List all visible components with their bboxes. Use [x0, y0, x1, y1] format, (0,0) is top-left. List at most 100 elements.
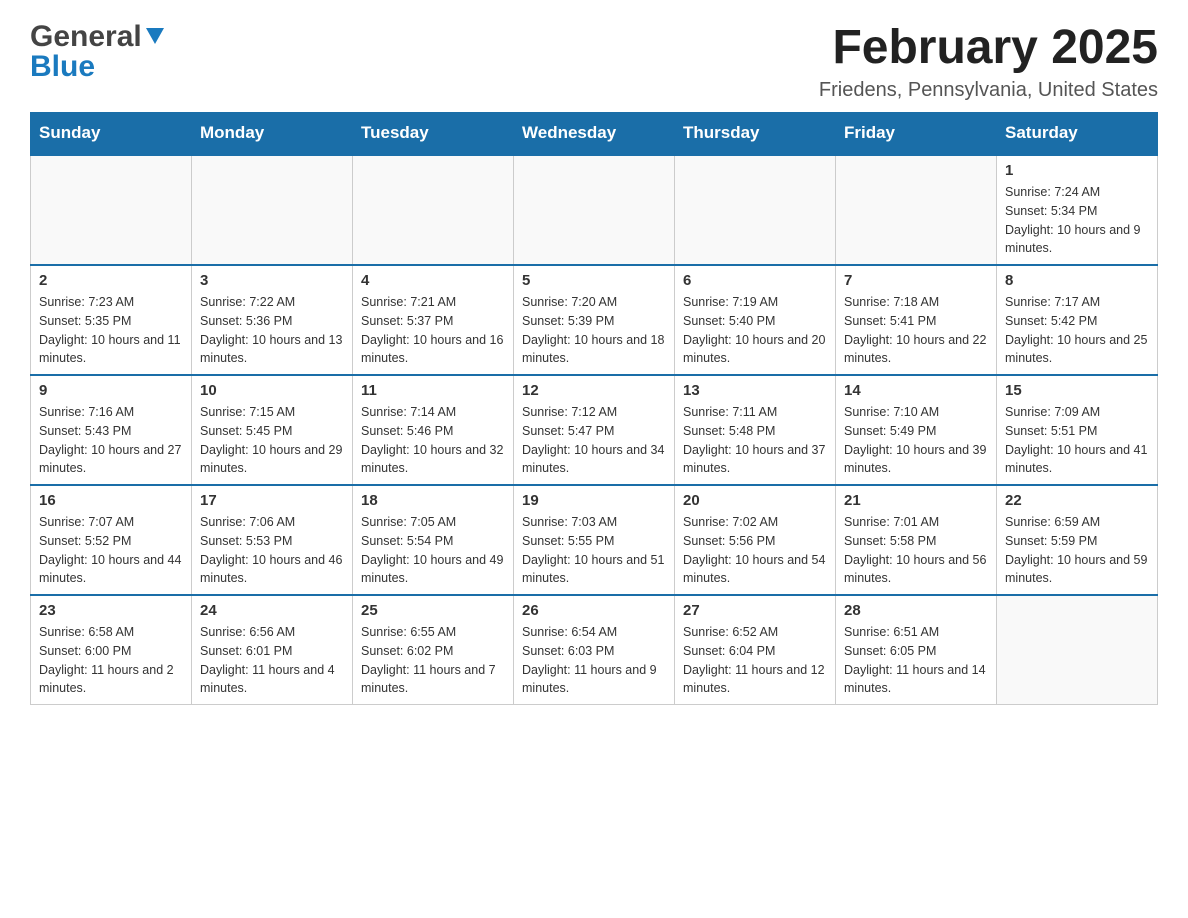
day-number: 27 [683, 602, 827, 619]
calendar-cell: 5 Sunrise: 7:20 AM Sunset: 5:39 PM Daylig… [514, 265, 675, 375]
calendar-week-row: 16 Sunrise: 7:07 AM Sunset: 5:52 PM Dayli… [31, 485, 1158, 595]
day-number: 22 [1005, 492, 1149, 509]
col-tuesday: Tuesday [353, 113, 514, 155]
day-info: Sunrise: 7:07 AM Sunset: 5:52 PM Dayligh… [39, 513, 183, 588]
day-number: 9 [39, 382, 183, 399]
day-number: 11 [361, 382, 505, 399]
day-info: Sunrise: 6:55 AM Sunset: 6:02 PM Dayligh… [361, 623, 505, 698]
calendar-cell: 9 Sunrise: 7:16 AM Sunset: 5:43 PM Daylig… [31, 375, 192, 485]
col-wednesday: Wednesday [514, 113, 675, 155]
day-info: Sunrise: 7:23 AM Sunset: 5:35 PM Dayligh… [39, 293, 183, 368]
day-info: Sunrise: 7:11 AM Sunset: 5:48 PM Dayligh… [683, 403, 827, 478]
day-number: 3 [200, 272, 344, 289]
day-number: 16 [39, 492, 183, 509]
day-info: Sunrise: 6:52 AM Sunset: 6:04 PM Dayligh… [683, 623, 827, 698]
day-number: 12 [522, 382, 666, 399]
day-number: 13 [683, 382, 827, 399]
logo-general-text: General [30, 20, 142, 54]
day-info: Sunrise: 7:10 AM Sunset: 5:49 PM Dayligh… [844, 403, 988, 478]
calendar-cell: 21 Sunrise: 7:01 AM Sunset: 5:58 PM Dayli… [836, 485, 997, 595]
logo: General Blue [30, 20, 166, 84]
title-section: February 2025 Friedens, Pennsylvania, Un… [819, 20, 1158, 102]
day-number: 28 [844, 602, 988, 619]
day-info: Sunrise: 7:03 AM Sunset: 5:55 PM Dayligh… [522, 513, 666, 588]
calendar-cell: 10Sunrise: 7:15 AM Sunset: 5:45 PM Dayli… [192, 375, 353, 485]
calendar-cell: 20 Sunrise: 7:02 AM Sunset: 5:56 PM Dayli… [675, 485, 836, 595]
logo-arrow-icon [144, 24, 166, 46]
calendar-week-row: 23 Sunrise: 6:58 AM Sunset: 6:00 PM Dayli… [31, 595, 1158, 705]
calendar-cell: 18 Sunrise: 7:05 AM Sunset: 5:54 PM Dayli… [353, 485, 514, 595]
calendar-header-row: Sunday Monday Tuesday Wednesday Thursday… [31, 113, 1158, 155]
calendar-cell [997, 595, 1158, 705]
day-number: 5 [522, 272, 666, 289]
calendar-cell: 24 Sunrise: 6:56 AM Sunset: 6:01 PM Dayli… [192, 595, 353, 705]
calendar-cell: 3 Sunrise: 7:22 AM Sunset: 5:36 PM Daylig… [192, 265, 353, 375]
day-number: 2 [39, 272, 183, 289]
month-title: February 2025 [819, 20, 1158, 75]
calendar-cell [353, 155, 514, 266]
day-info: Sunrise: 7:12 AM Sunset: 5:47 PM Dayligh… [522, 403, 666, 478]
day-info: Sunrise: 7:19 AM Sunset: 5:40 PM Dayligh… [683, 293, 827, 368]
day-number: 6 [683, 272, 827, 289]
day-number: 24 [200, 602, 344, 619]
calendar-cell: 22 Sunrise: 6:59 AM Sunset: 5:59 PM Dayli… [997, 485, 1158, 595]
day-info: Sunrise: 7:02 AM Sunset: 5:56 PM Dayligh… [683, 513, 827, 588]
day-number: 25 [361, 602, 505, 619]
calendar-cell [675, 155, 836, 266]
logo-blue-text: Blue [30, 50, 95, 84]
day-info: Sunrise: 6:59 AM Sunset: 5:59 PM Dayligh… [1005, 513, 1149, 588]
calendar-week-row: 2 Sunrise: 7:23 AM Sunset: 5:35 PM Daylig… [31, 265, 1158, 375]
calendar-cell: 11 Sunrise: 7:14 AM Sunset: 5:46 PM Dayli… [353, 375, 514, 485]
day-number: 18 [361, 492, 505, 509]
day-number: 19 [522, 492, 666, 509]
day-info: Sunrise: 7:16 AM Sunset: 5:43 PM Dayligh… [39, 403, 183, 478]
day-info: Sunrise: 7:17 AM Sunset: 5:42 PM Dayligh… [1005, 293, 1149, 368]
day-number: 14 [844, 382, 988, 399]
day-info: Sunrise: 7:06 AM Sunset: 5:53 PM Dayligh… [200, 513, 344, 588]
day-info: Sunrise: 6:56 AM Sunset: 6:01 PM Dayligh… [200, 623, 344, 698]
calendar-cell: 27 Sunrise: 6:52 AM Sunset: 6:04 PM Dayli… [675, 595, 836, 705]
day-number: 20 [683, 492, 827, 509]
calendar-table: Sunday Monday Tuesday Wednesday Thursday… [30, 112, 1158, 705]
calendar-week-row: 1 Sunrise: 7:24 AM Sunset: 5:34 PM Daylig… [31, 155, 1158, 266]
day-info: Sunrise: 7:20 AM Sunset: 5:39 PM Dayligh… [522, 293, 666, 368]
calendar-cell: 8 Sunrise: 7:17 AM Sunset: 5:42 PM Daylig… [997, 265, 1158, 375]
day-info: Sunrise: 7:21 AM Sunset: 5:37 PM Dayligh… [361, 293, 505, 368]
day-number: 23 [39, 602, 183, 619]
calendar-cell: 1 Sunrise: 7:24 AM Sunset: 5:34 PM Daylig… [997, 155, 1158, 266]
col-friday: Friday [836, 113, 997, 155]
day-info: Sunrise: 7:15 AM Sunset: 5:45 PM Dayligh… [200, 403, 344, 478]
col-sunday: Sunday [31, 113, 192, 155]
calendar-cell: 14 Sunrise: 7:10 AM Sunset: 5:49 PM Dayli… [836, 375, 997, 485]
calendar-cell: 28Sunrise: 6:51 AM Sunset: 6:05 PM Dayli… [836, 595, 997, 705]
day-number: 17 [200, 492, 344, 509]
calendar-cell: 23 Sunrise: 6:58 AM Sunset: 6:00 PM Dayli… [31, 595, 192, 705]
calendar-cell: 17 Sunrise: 7:06 AM Sunset: 5:53 PM Dayli… [192, 485, 353, 595]
page-header: General Blue February 2025 Friedens, Pen… [30, 20, 1158, 102]
day-info: Sunrise: 7:01 AM Sunset: 5:58 PM Dayligh… [844, 513, 988, 588]
calendar-cell [31, 155, 192, 266]
day-number: 7 [844, 272, 988, 289]
day-info: Sunrise: 7:14 AM Sunset: 5:46 PM Dayligh… [361, 403, 505, 478]
calendar-cell: 4 Sunrise: 7:21 AM Sunset: 5:37 PM Daylig… [353, 265, 514, 375]
day-info: Sunrise: 7:24 AM Sunset: 5:34 PM Dayligh… [1005, 183, 1149, 258]
day-info: Sunrise: 6:58 AM Sunset: 6:00 PM Dayligh… [39, 623, 183, 698]
day-number: 4 [361, 272, 505, 289]
calendar-cell: 12 Sunrise: 7:12 AM Sunset: 5:47 PM Dayli… [514, 375, 675, 485]
calendar-week-row: 9 Sunrise: 7:16 AM Sunset: 5:43 PM Daylig… [31, 375, 1158, 485]
calendar-cell: 13 Sunrise: 7:11 AM Sunset: 5:48 PM Dayli… [675, 375, 836, 485]
day-info: Sunrise: 7:18 AM Sunset: 5:41 PM Dayligh… [844, 293, 988, 368]
day-number: 1 [1005, 162, 1149, 179]
day-info: Sunrise: 7:05 AM Sunset: 5:54 PM Dayligh… [361, 513, 505, 588]
col-thursday: Thursday [675, 113, 836, 155]
calendar-cell: 19 Sunrise: 7:03 AM Sunset: 5:55 PM Dayli… [514, 485, 675, 595]
day-number: 15 [1005, 382, 1149, 399]
calendar-cell: 26Sunrise: 6:54 AM Sunset: 6:03 PM Dayli… [514, 595, 675, 705]
col-monday: Monday [192, 113, 353, 155]
calendar-cell: 16 Sunrise: 7:07 AM Sunset: 5:52 PM Dayli… [31, 485, 192, 595]
location-text: Friedens, Pennsylvania, United States [819, 79, 1158, 102]
day-number: 8 [1005, 272, 1149, 289]
day-number: 26 [522, 602, 666, 619]
day-number: 21 [844, 492, 988, 509]
day-info: Sunrise: 7:22 AM Sunset: 5:36 PM Dayligh… [200, 293, 344, 368]
